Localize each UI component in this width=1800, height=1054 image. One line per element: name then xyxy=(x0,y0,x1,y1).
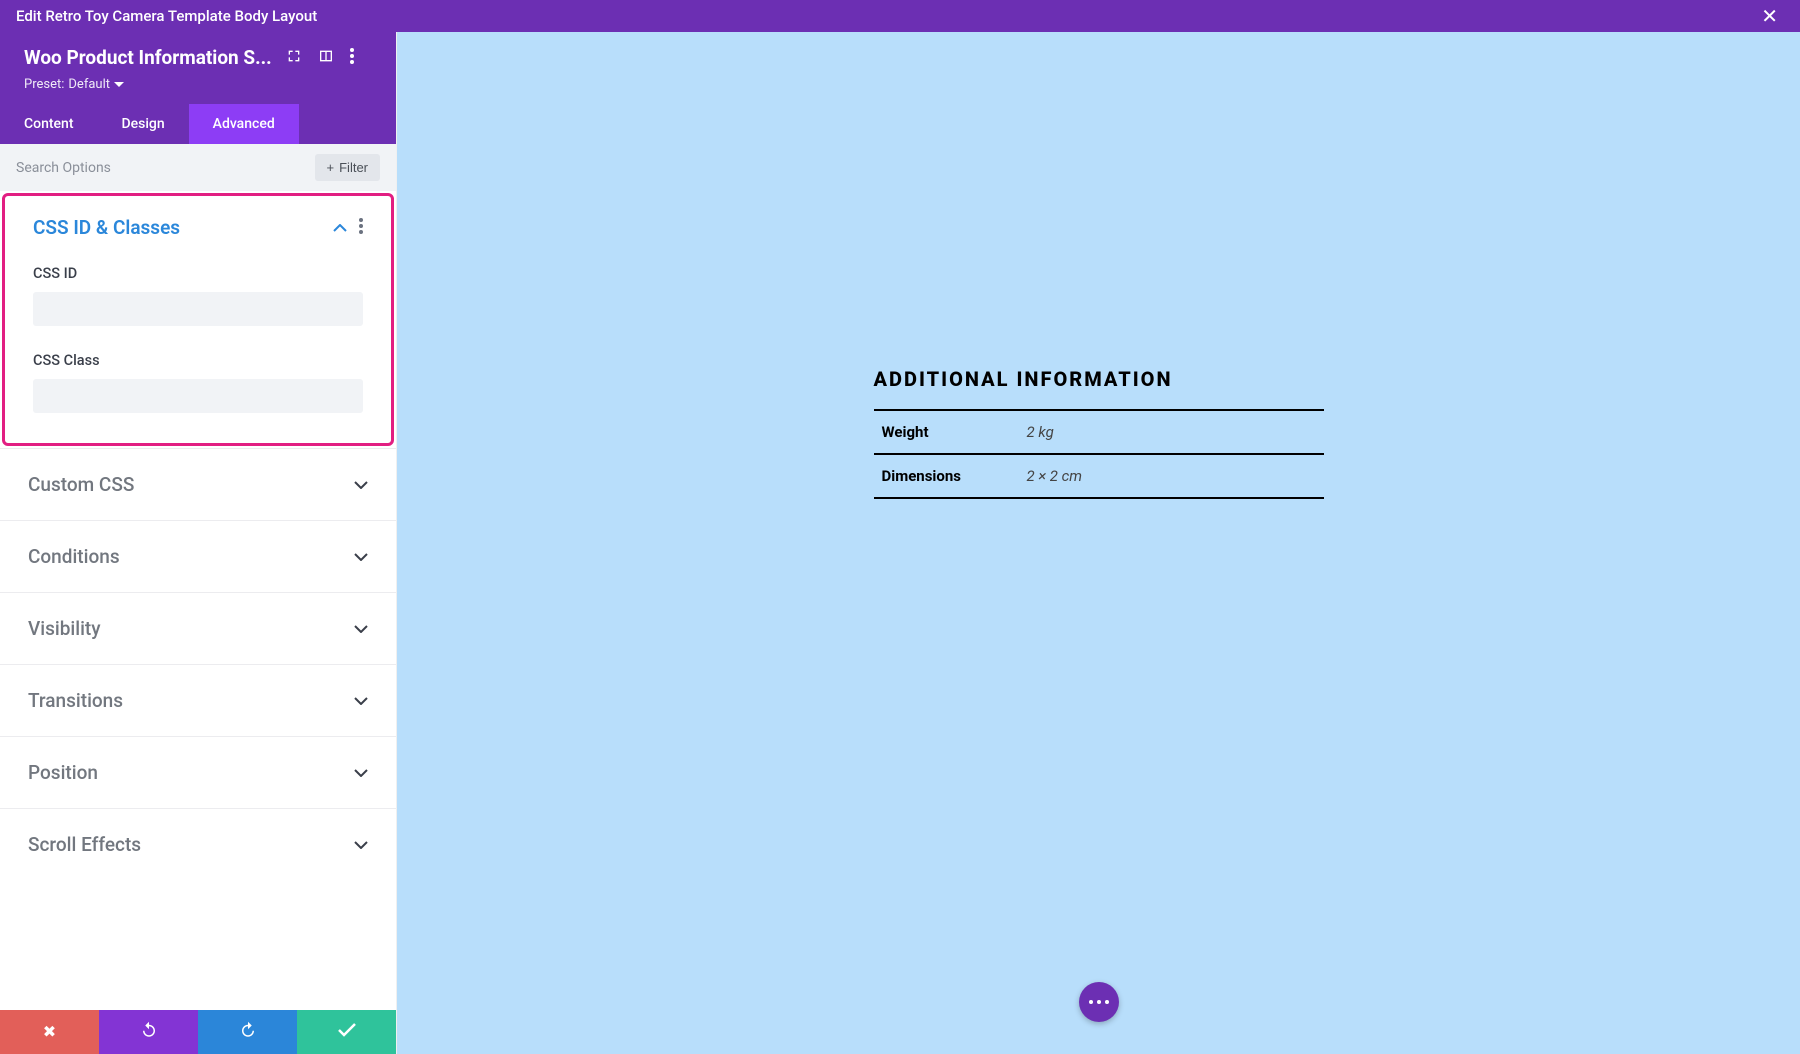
page-settings-fab[interactable] xyxy=(1079,982,1119,1022)
tab-advanced[interactable]: Advanced xyxy=(189,104,299,144)
settings-sidebar: Woo Product Information S... Preset: Def… xyxy=(0,32,397,1054)
chevron-down-icon xyxy=(354,765,368,781)
window-title: Edit Retro Toy Camera Template Body Layo… xyxy=(16,7,317,25)
preview-heading: ADDITIONAL INFORMATION xyxy=(874,367,1324,391)
tab-design[interactable]: Design xyxy=(98,104,189,144)
css-class-input[interactable] xyxy=(33,379,363,413)
info-label: Weight xyxy=(874,410,1019,454)
undo-icon xyxy=(140,1021,158,1044)
redo-button[interactable] xyxy=(198,1010,297,1054)
expand-icon[interactable] xyxy=(286,48,302,68)
save-button[interactable] xyxy=(297,1010,396,1054)
chevron-up-icon[interactable] xyxy=(333,220,347,236)
module-title: Woo Product Information S... xyxy=(24,46,272,69)
filter-label: Filter xyxy=(339,160,368,175)
preview-canvas: ADDITIONAL INFORMATION Weight 2 kg Dimen… xyxy=(397,32,1800,1054)
window-header: Edit Retro Toy Camera Template Body Layo… xyxy=(0,0,1800,32)
table-row: Dimensions 2 × 2 cm xyxy=(874,454,1324,498)
chevron-down-icon xyxy=(354,837,368,853)
preset-label: Preset: xyxy=(24,77,64,92)
more-icon[interactable] xyxy=(350,48,354,68)
panel-conditions[interactable]: Conditions xyxy=(0,520,396,592)
table-row: Weight 2 kg xyxy=(874,410,1324,454)
module-header: Woo Product Information S... Preset: Def… xyxy=(0,32,396,104)
info-value: 2 kg xyxy=(1019,410,1324,454)
plus-icon: + xyxy=(327,160,335,175)
field-label-css-class: CSS Class xyxy=(33,352,363,369)
undo-button[interactable] xyxy=(99,1010,198,1054)
panel-visibility[interactable]: Visibility xyxy=(0,592,396,664)
product-info-table: Weight 2 kg Dimensions 2 × 2 cm xyxy=(874,409,1324,499)
settings-tabs: Content Design Advanced xyxy=(0,104,396,144)
discard-button[interactable]: ✖ xyxy=(0,1010,99,1054)
css-id-input[interactable] xyxy=(33,292,363,326)
panel-scroll-effects[interactable]: Scroll Effects xyxy=(0,808,396,880)
more-icon[interactable] xyxy=(359,218,363,238)
panel-transitions[interactable]: Transitions xyxy=(0,664,396,736)
search-input[interactable]: Search Options xyxy=(16,160,111,176)
panel-title-css: CSS ID & Classes xyxy=(33,216,180,239)
info-label: Dimensions xyxy=(874,454,1019,498)
redo-icon xyxy=(239,1021,257,1044)
chevron-down-icon xyxy=(114,77,124,92)
panels-scroll[interactable]: CSS ID & Classes CSS ID CSS Class xyxy=(0,191,396,1010)
close-icon[interactable]: ✕ xyxy=(1755,4,1784,28)
close-icon: ✖ xyxy=(43,1022,56,1042)
chevron-down-icon xyxy=(354,477,368,493)
filter-button[interactable]: + Filter xyxy=(315,154,380,181)
panel-toggle-icon[interactable] xyxy=(318,48,334,68)
preset-value: Default xyxy=(68,77,110,92)
check-icon xyxy=(338,1023,356,1042)
field-label-css-id: CSS ID xyxy=(33,265,363,282)
panel-css-id-classes: CSS ID & Classes CSS ID CSS Class xyxy=(2,193,394,446)
preset-selector[interactable]: Preset: Default xyxy=(24,77,376,92)
info-value: 2 × 2 cm xyxy=(1019,454,1324,498)
tab-content[interactable]: Content xyxy=(0,104,98,144)
footer-actions: ✖ xyxy=(0,1010,396,1054)
panel-custom-css[interactable]: Custom CSS xyxy=(0,448,396,520)
panel-position[interactable]: Position xyxy=(0,736,396,808)
chevron-down-icon xyxy=(354,549,368,565)
search-row: Search Options + Filter xyxy=(0,144,396,191)
chevron-down-icon xyxy=(354,693,368,709)
chevron-down-icon xyxy=(354,621,368,637)
